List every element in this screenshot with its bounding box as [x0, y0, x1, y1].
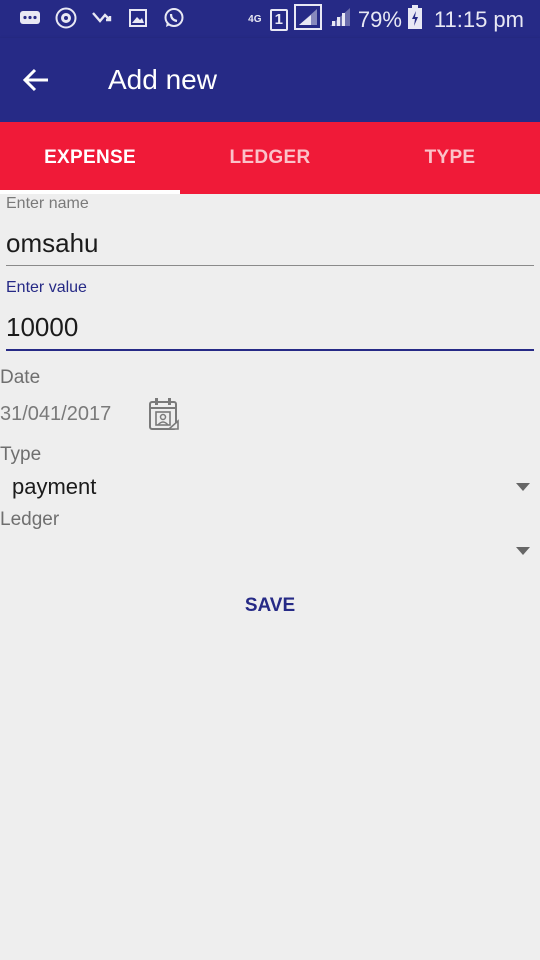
system-indicators: 4G 1 79% 11:15 pm [246, 4, 524, 35]
date-value[interactable]: 31/041/2017 [0, 403, 111, 426]
type-label: Type [0, 444, 42, 465]
back-arrow-icon[interactable] [20, 64, 52, 96]
page-title: Add new [108, 64, 217, 95]
name-underline [6, 265, 534, 266]
tab-bar: EXPENSE LEDGER TYPE [0, 122, 540, 194]
date-label: Date [0, 367, 41, 388]
tab-type[interactable]: TYPE [360, 122, 540, 194]
dropdown-arrow-icon [516, 547, 530, 555]
type-selected: payment [12, 474, 97, 499]
network-type: 4G [248, 13, 262, 25]
tab-ledger[interactable]: LEDGER [180, 122, 360, 194]
status-bar: 4G 1 79% 11:15 pm [0, 0, 540, 38]
message-icon [18, 6, 42, 30]
calendar-icon[interactable] [147, 397, 181, 433]
signal-icon-secondary [328, 6, 352, 33]
ledger-label: Ledger [0, 509, 60, 530]
name-input[interactable]: omsahu [6, 228, 99, 259]
save-button[interactable]: SAVE [220, 586, 320, 626]
tab-expense[interactable]: EXPENSE [0, 122, 180, 194]
gallery-icon [126, 6, 150, 30]
battery-charging-icon [407, 5, 422, 34]
ledger-spinner[interactable] [0, 533, 540, 569]
app-bar: Add new [0, 38, 540, 122]
value-input[interactable]: 10000 [6, 312, 78, 343]
type-spinner[interactable]: payment [0, 469, 540, 505]
whatsapp-icon [162, 6, 186, 30]
name-label: Enter name [6, 195, 89, 212]
value-underline [6, 349, 534, 351]
dropdown-arrow-icon [516, 483, 530, 491]
sim-indicator: 1 [269, 8, 288, 31]
clock: 11:15 pm [433, 6, 524, 32]
browser-icon [54, 6, 78, 30]
missed-call-icon [90, 6, 114, 30]
value-label: Enter value [6, 279, 87, 296]
signal-icon [293, 4, 322, 35]
battery-percentage: 79% [357, 6, 402, 32]
notification-icons [18, 6, 186, 30]
